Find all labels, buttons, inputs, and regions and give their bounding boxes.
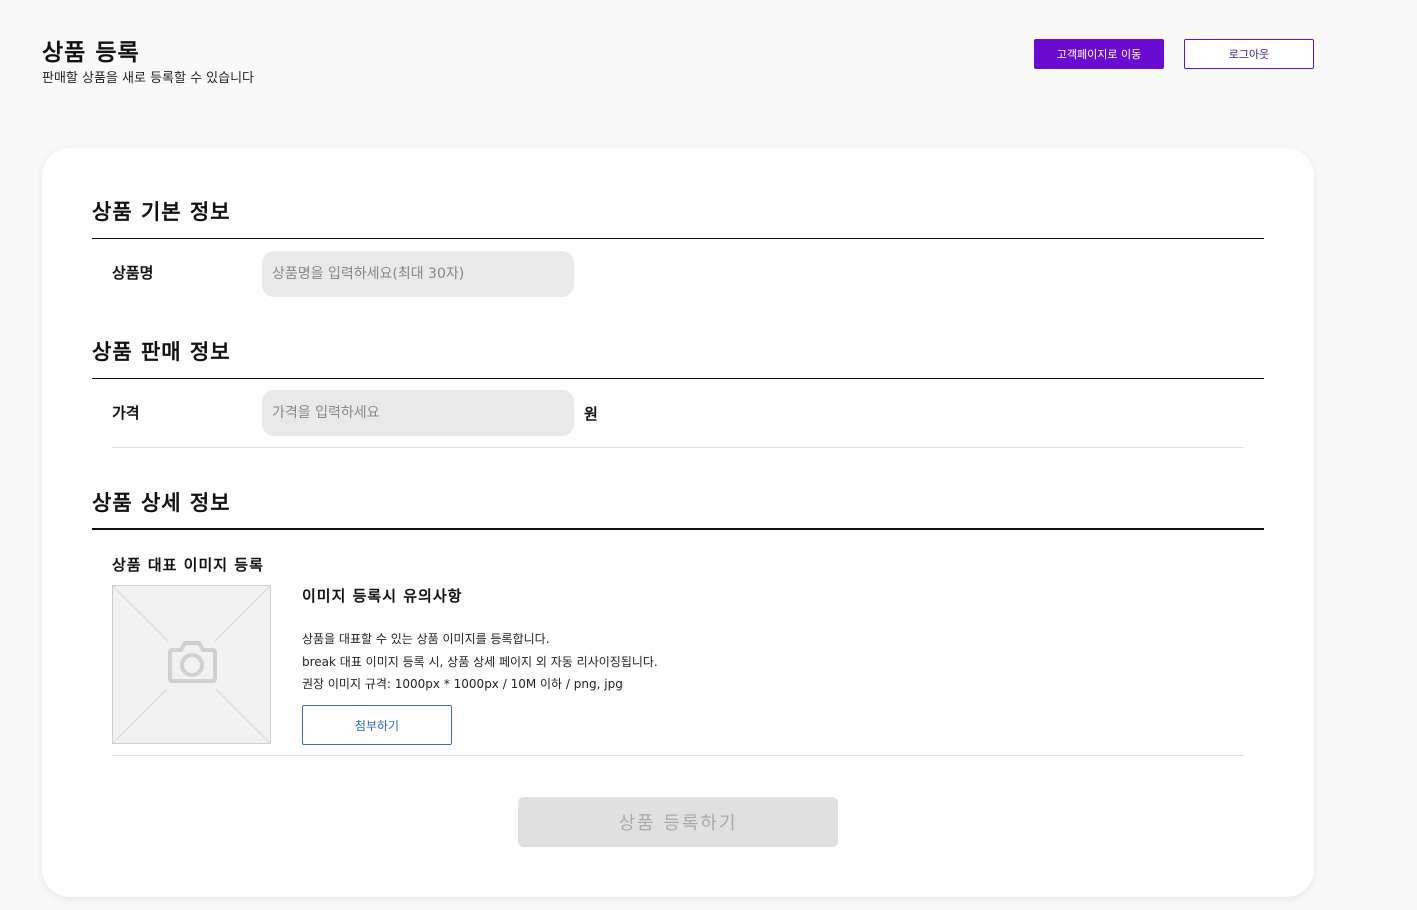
price-label: 가격 xyxy=(112,404,140,422)
section-title-detail-info: 상품 상세 정보 xyxy=(92,491,231,515)
customer-page-button[interactable]: 고객페이지로 이동 xyxy=(1034,39,1164,69)
product-name-input[interactable] xyxy=(262,251,574,297)
product-image-label: 상품 대표 이미지 등록 xyxy=(112,556,264,574)
section-divider xyxy=(92,528,1264,530)
image-notice-list: 상품을 대표할 수 있는 상품 이미지를 등록합니다. break 대표 이미지… xyxy=(302,628,658,696)
row-divider xyxy=(112,755,1244,756)
section-title-sales-info: 상품 판매 정보 xyxy=(92,340,231,364)
image-notice-line: 권장 이미지 규격: 1000px * 1000px / 10M 이하 / pn… xyxy=(302,677,623,691)
page-subtitle: 판매할 상품을 새로 등록할 수 있습니다 xyxy=(42,71,255,86)
product-image-placeholder[interactable] xyxy=(112,585,271,744)
attach-image-button[interactable]: 첨부하기 xyxy=(302,705,452,745)
image-notice-line: 상품을 대표할 수 있는 상품 이미지를 등록합니다. xyxy=(302,632,550,646)
section-divider xyxy=(92,378,1264,379)
page-title: 상품 등록 xyxy=(42,40,140,66)
price-input[interactable] xyxy=(262,390,574,436)
header-actions: 고객페이지로 이동 로그아웃 xyxy=(1034,39,1314,69)
product-name-label: 상품명 xyxy=(112,264,154,282)
section-title-basic-info: 상품 기본 정보 xyxy=(92,200,231,224)
image-notice-title: 이미지 등록시 유의사항 xyxy=(302,587,463,605)
price-unit-label: 원 xyxy=(584,405,598,423)
register-product-button[interactable]: 상품 등록하기 xyxy=(518,797,838,847)
logout-button[interactable]: 로그아웃 xyxy=(1184,39,1314,69)
product-form-card: 상품 기본 정보 상품명 상품 판매 정보 가격 원 상품 상세 정보 상품 대… xyxy=(42,148,1314,897)
row-divider xyxy=(112,447,1244,448)
page-header: 상품 등록 판매할 상품을 새로 등록할 수 있습니다 xyxy=(42,38,254,88)
section-divider xyxy=(92,238,1264,239)
image-placeholder-graphic xyxy=(113,586,270,743)
image-notice-line: break 대표 이미지 등록 시, 상품 상세 페이지 외 자동 리사이징됩니… xyxy=(302,654,658,669)
